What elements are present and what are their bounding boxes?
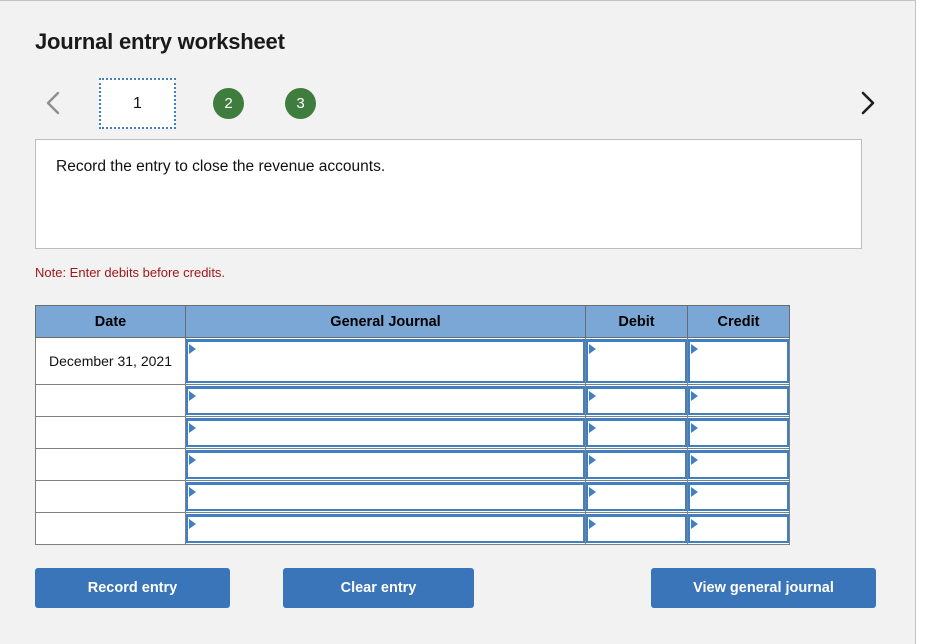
debit-input[interactable]	[585, 480, 688, 513]
column-header-credit: Credit	[687, 305, 790, 338]
date-cell	[35, 416, 186, 449]
debit-input[interactable]	[585, 416, 688, 449]
credit-input[interactable]	[687, 480, 790, 513]
credit-field[interactable]	[688, 482, 789, 511]
date-cell	[35, 384, 186, 417]
general-journal-select[interactable]	[185, 512, 586, 545]
credit-field[interactable]	[688, 386, 789, 415]
table-header-row: Date General Journal Debit Credit	[35, 305, 790, 338]
debit-field[interactable]	[586, 386, 687, 415]
chevron-left-icon[interactable]	[40, 88, 66, 118]
instruction-box: Record the entry to close the revenue ac…	[35, 139, 862, 249]
general-journal-select[interactable]	[185, 384, 586, 417]
credit-field[interactable]	[688, 418, 789, 447]
debit-field[interactable]	[586, 482, 687, 511]
page-root: Journal entry worksheet 1 2 3 Record the…	[0, 0, 936, 644]
general-journal-dropdown[interactable]	[186, 386, 585, 415]
instruction-text: Record the entry to close the revenue ac…	[56, 158, 386, 175]
general-journal-select[interactable]	[185, 448, 586, 481]
general-journal-dropdown[interactable]	[186, 450, 585, 479]
record-entry-button[interactable]: Record entry	[35, 568, 230, 608]
general-journal-dropdown[interactable]	[186, 339, 585, 383]
debit-input[interactable]	[585, 337, 688, 385]
general-journal-select[interactable]	[185, 480, 586, 513]
general-journal-dropdown[interactable]	[186, 482, 585, 511]
date-cell	[35, 512, 186, 545]
credit-input[interactable]	[687, 337, 790, 385]
general-journal-dropdown[interactable]	[186, 418, 585, 447]
journal-entry-table: Date General Journal Debit Credit Decemb…	[35, 305, 790, 545]
general-journal-select[interactable]	[185, 416, 586, 449]
date-cell: December 31, 2021	[35, 337, 186, 385]
debit-input[interactable]	[585, 512, 688, 545]
credit-input[interactable]	[687, 512, 790, 545]
view-general-journal-button[interactable]: View general journal	[651, 568, 876, 608]
general-journal-select[interactable]	[185, 337, 586, 385]
table-row	[35, 512, 790, 545]
page-tab-2[interactable]: 2	[213, 88, 244, 119]
chevron-right-icon[interactable]	[854, 88, 880, 118]
pagination-bar: 1 2 3	[35, 77, 880, 129]
credit-input[interactable]	[687, 416, 790, 449]
date-cell	[35, 480, 186, 513]
column-header-general-journal: General Journal	[185, 305, 586, 338]
credit-input[interactable]	[687, 448, 790, 481]
table-row	[35, 416, 790, 449]
debit-field[interactable]	[586, 514, 687, 543]
debit-field[interactable]	[586, 418, 687, 447]
page-tab-3[interactable]: 3	[285, 88, 316, 119]
credit-field[interactable]	[688, 514, 789, 543]
clear-entry-button[interactable]: Clear entry	[283, 568, 474, 608]
table-row	[35, 384, 790, 417]
column-header-date: Date	[35, 305, 186, 338]
table-row	[35, 448, 790, 481]
column-header-debit: Debit	[585, 305, 688, 338]
credit-input[interactable]	[687, 384, 790, 417]
table-row	[35, 480, 790, 513]
table-row: December 31, 2021	[35, 337, 790, 385]
page-tab-1[interactable]: 1	[99, 78, 176, 129]
credit-field[interactable]	[688, 450, 789, 479]
debit-input[interactable]	[585, 384, 688, 417]
note-text: Note: Enter debits before credits.	[35, 265, 226, 280]
general-journal-dropdown[interactable]	[186, 514, 585, 543]
debit-input[interactable]	[585, 448, 688, 481]
page-title: Journal entry worksheet	[35, 29, 285, 54]
debit-field[interactable]	[586, 339, 687, 383]
credit-field[interactable]	[688, 339, 789, 383]
debit-field[interactable]	[586, 450, 687, 479]
worksheet-panel: Journal entry worksheet 1 2 3 Record the…	[0, 0, 916, 644]
date-cell	[35, 448, 186, 481]
